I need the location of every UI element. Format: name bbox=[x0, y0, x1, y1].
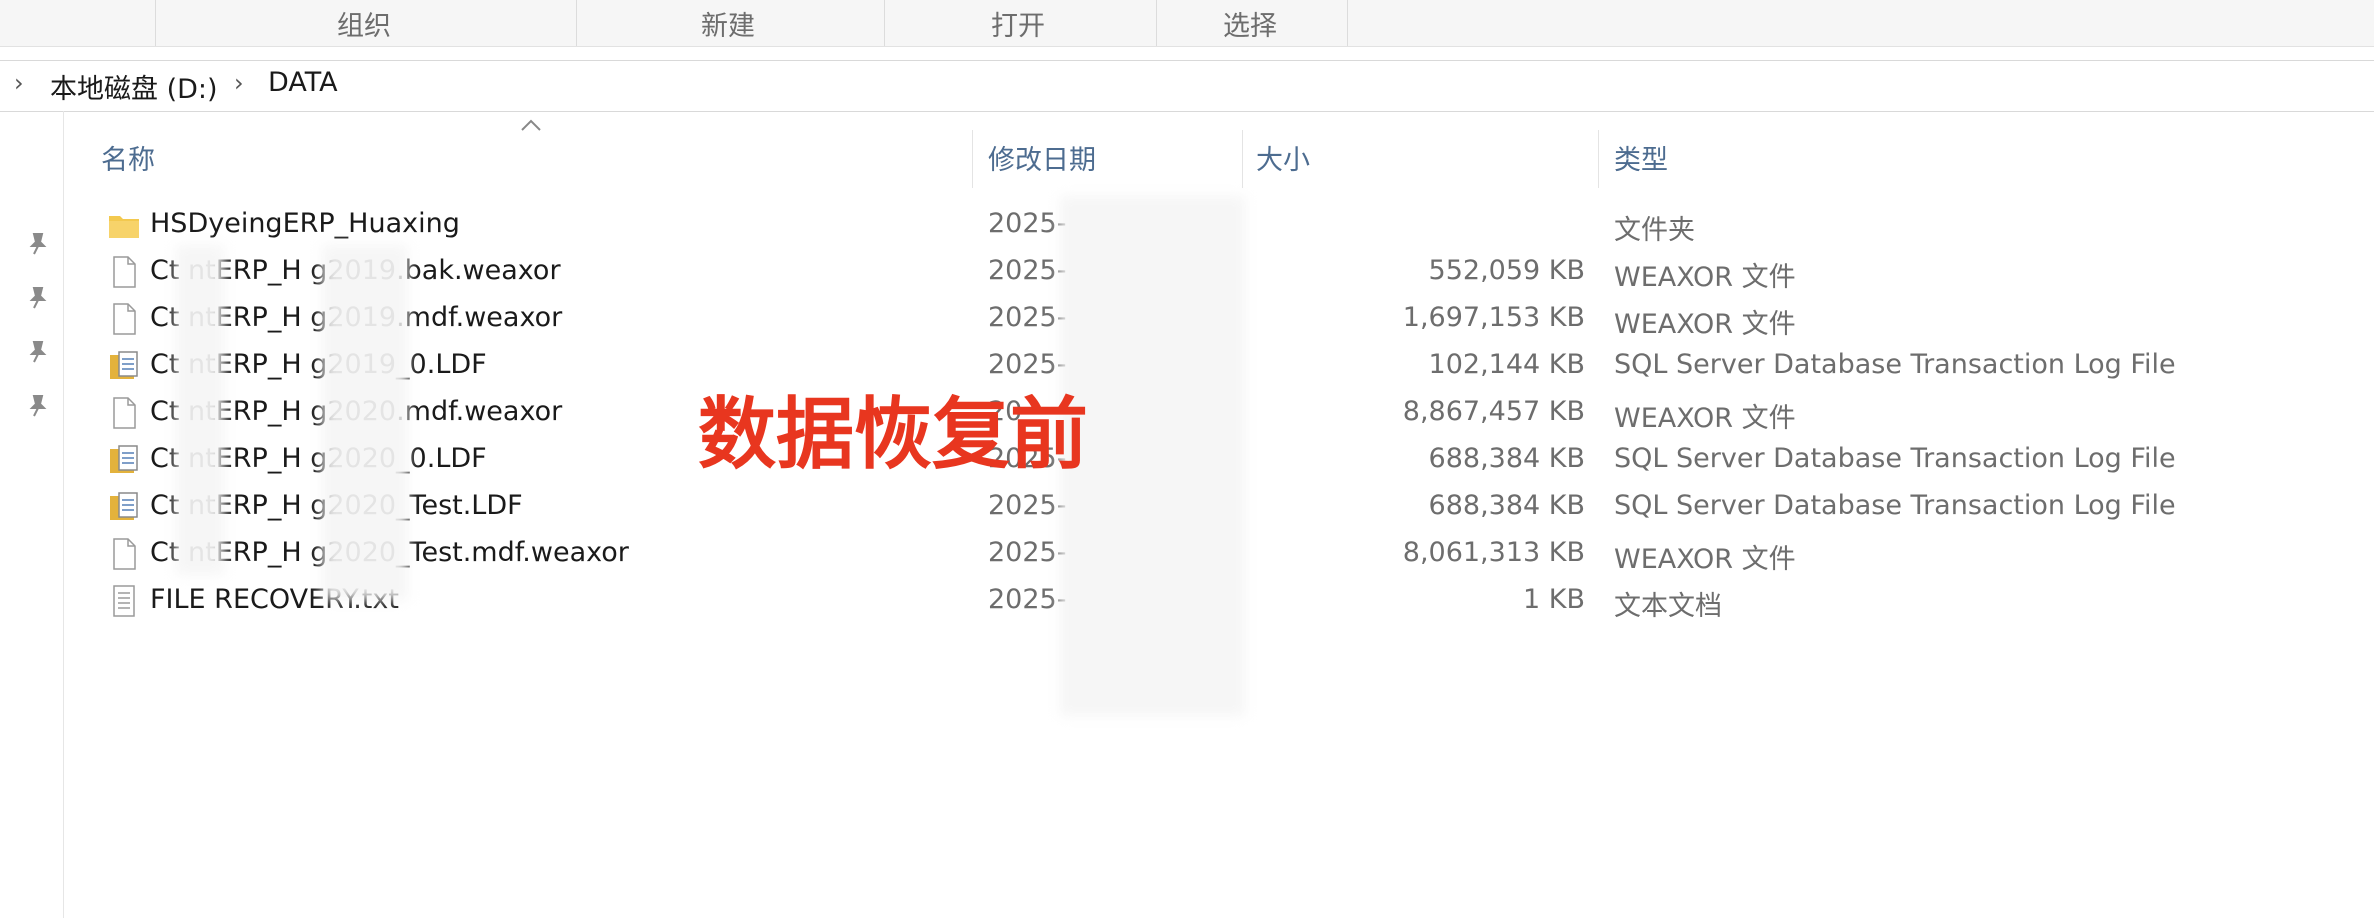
ribbon-group-new[interactable]: 新建 bbox=[701, 4, 755, 43]
sql-log-icon bbox=[110, 492, 138, 520]
pin-icon[interactable] bbox=[24, 284, 52, 312]
ribbon: 组织 新建 打开 选择 bbox=[0, 0, 2374, 47]
file-size: 102,144 KB bbox=[1428, 349, 1585, 380]
column-header-size[interactable]: 大小 bbox=[1256, 138, 1310, 177]
file-size: 552,059 KB bbox=[1428, 255, 1585, 286]
file-date: 2025- bbox=[988, 208, 1067, 239]
ribbon-group-open[interactable]: 打开 bbox=[991, 4, 1045, 43]
ribbon-separator bbox=[884, 0, 885, 46]
file-date: 2025- bbox=[988, 490, 1067, 521]
file-size: 8,061,313 KB bbox=[1402, 537, 1585, 568]
file-date: 2025- bbox=[988, 537, 1067, 568]
ribbon-separator bbox=[1156, 0, 1157, 46]
file-name: HSDyeingERP_Huaxing bbox=[150, 208, 460, 239]
column-header-type[interactable]: 类型 bbox=[1614, 138, 1668, 177]
pin-icon[interactable] bbox=[24, 392, 52, 420]
file-type: WEAXOR 文件 bbox=[1614, 544, 1796, 575]
ribbon-group-organize[interactable]: 组织 bbox=[337, 4, 391, 43]
chevron-right-icon[interactable]: › bbox=[14, 69, 24, 97]
ribbon-separator bbox=[155, 0, 156, 46]
file-type: 文件夹 bbox=[1614, 215, 1695, 246]
breadcrumb-drive[interactable]: 本地磁盘 (D:) bbox=[50, 67, 218, 106]
file-type: SQL Server Database Transaction Log File bbox=[1614, 490, 2176, 521]
annotation-label: 数据恢复前 bbox=[698, 390, 1089, 480]
file-date: 2025- bbox=[988, 255, 1067, 286]
address-bar[interactable]: › 本地磁盘 (D:) › DATA bbox=[0, 60, 2374, 112]
breadcrumb-folder[interactable]: DATA bbox=[268, 67, 338, 98]
file-size: 1 KB bbox=[1523, 584, 1585, 615]
file-size: 1,697,153 KB bbox=[1402, 302, 1585, 333]
file-type: WEAXOR 文件 bbox=[1614, 262, 1796, 293]
ribbon-group-select[interactable]: 选择 bbox=[1223, 4, 1277, 43]
ribbon-separator bbox=[1347, 0, 1348, 46]
file-icon bbox=[113, 397, 136, 429]
column-separator[interactable] bbox=[1242, 130, 1243, 188]
column-separator[interactable] bbox=[972, 130, 973, 188]
file-type: SQL Server Database Transaction Log File bbox=[1614, 349, 2176, 380]
redaction-overlay bbox=[176, 245, 224, 575]
text-file-icon bbox=[113, 585, 135, 617]
sql-log-icon bbox=[110, 351, 138, 379]
file-size: 688,384 KB bbox=[1428, 490, 1585, 521]
file-size: 688,384 KB bbox=[1428, 443, 1585, 474]
file-type: 文本文档 bbox=[1614, 591, 1722, 622]
pin-icon[interactable] bbox=[24, 230, 52, 258]
sort-ascending-icon[interactable] bbox=[520, 118, 542, 132]
file-date: 2025- bbox=[988, 302, 1067, 333]
redaction-overlay bbox=[322, 245, 408, 600]
pin-icon[interactable] bbox=[24, 338, 52, 366]
chevron-right-icon[interactable]: › bbox=[234, 69, 244, 97]
file-size: 8,867,457 KB bbox=[1402, 396, 1585, 427]
file-icon bbox=[113, 538, 136, 570]
folder-icon bbox=[109, 216, 139, 238]
file-type: WEAXOR 文件 bbox=[1614, 309, 1796, 340]
file-icon bbox=[113, 256, 136, 288]
sql-log-icon bbox=[110, 445, 138, 473]
column-separator[interactable] bbox=[1598, 130, 1599, 188]
file-icon bbox=[113, 303, 136, 335]
file-type: SQL Server Database Transaction Log File bbox=[1614, 443, 2176, 474]
ribbon-separator bbox=[576, 0, 577, 46]
column-header-name[interactable]: 名称 bbox=[101, 138, 155, 177]
column-header-date[interactable]: 修改日期 bbox=[988, 138, 1096, 177]
file-date: 2025- bbox=[988, 584, 1067, 615]
file-type: WEAXOR 文件 bbox=[1614, 403, 1796, 434]
